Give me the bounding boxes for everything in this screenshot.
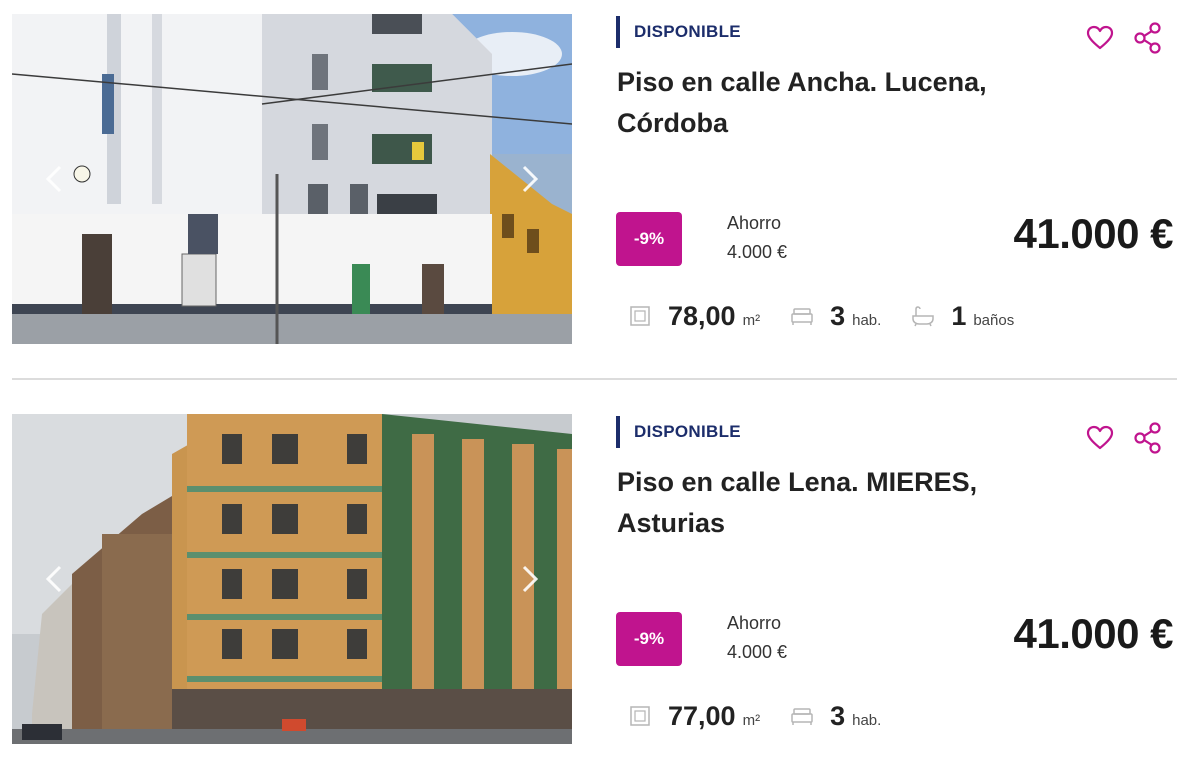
listing-card: DISPONIBLE Piso en calle Lena. MIERES, A… — [0, 400, 1200, 744]
listing-features: 78,00 m² 3 hab. 1 baños — [628, 296, 1044, 336]
area-unit: m² — [742, 311, 761, 329]
building-photo — [12, 414, 572, 744]
share-icon — [1134, 422, 1161, 454]
prev-photo-button[interactable] — [34, 159, 74, 199]
heart-icon — [1086, 25, 1114, 50]
listing-title[interactable]: Piso en calle Lena. MIERES, Asturias — [617, 462, 1057, 544]
feature-baths: 1 baños — [911, 301, 1014, 332]
listing-price: 41.000 € — [1013, 210, 1174, 257]
listing-divider — [12, 378, 1177, 380]
chevron-left-icon — [45, 165, 62, 193]
listing-price: 41.000 € — [1013, 610, 1174, 657]
area-value: 78,00 — [668, 300, 736, 331]
rooms-value: 3 — [830, 300, 846, 331]
savings-label: Ahorro — [727, 213, 782, 233]
heart-icon — [1086, 425, 1114, 450]
chevron-right-icon — [522, 565, 539, 593]
share-icon — [1134, 22, 1161, 54]
discount-badge: -9% — [616, 212, 682, 266]
building-photo — [12, 14, 572, 344]
chevron-left-icon — [45, 565, 62, 593]
baths-unit: baños — [973, 311, 1015, 329]
bathtub-icon — [912, 306, 935, 327]
discount-badge: -9% — [616, 612, 682, 666]
bed-icon — [791, 308, 813, 325]
listing-features: 77,00 m² 3 hab. — [628, 696, 911, 736]
next-photo-button[interactable] — [510, 559, 550, 599]
listing-title[interactable]: Piso en calle Ancha. Lucena, Córdoba — [617, 62, 1057, 144]
favorite-button[interactable] — [1086, 424, 1114, 452]
savings-label: Ahorro — [727, 613, 782, 633]
next-photo-button[interactable] — [510, 159, 550, 199]
area-icon — [630, 706, 650, 726]
listing-card: DISPONIBLE Piso en calle Ancha. Lucena, … — [0, 0, 1200, 344]
rooms-unit: hab. — [852, 711, 882, 729]
savings-amount: 4.000 € — [727, 242, 788, 262]
area-icon — [630, 306, 650, 326]
feature-area: 77,00 m² — [628, 701, 760, 732]
baths-value: 1 — [951, 300, 967, 331]
share-button[interactable] — [1133, 422, 1163, 454]
savings-amount: 4.000 € — [727, 642, 788, 662]
rooms-unit: hab. — [852, 311, 882, 329]
rooms-value: 3 — [830, 700, 846, 731]
status-badge: DISPONIBLE — [616, 16, 741, 48]
bed-icon — [791, 708, 813, 725]
area-unit: m² — [742, 711, 761, 729]
listing-photo[interactable] — [12, 14, 572, 344]
feature-rooms: 3 hab. — [790, 701, 881, 732]
listing-photo[interactable] — [12, 414, 572, 744]
chevron-right-icon — [522, 165, 539, 193]
favorite-button[interactable] — [1086, 24, 1114, 52]
status-badge: DISPONIBLE — [616, 416, 741, 448]
feature-area: 78,00 m² — [628, 301, 760, 332]
feature-rooms: 3 hab. — [790, 301, 881, 332]
share-button[interactable] — [1133, 22, 1163, 54]
area-value: 77,00 — [668, 700, 736, 731]
prev-photo-button[interactable] — [34, 559, 74, 599]
